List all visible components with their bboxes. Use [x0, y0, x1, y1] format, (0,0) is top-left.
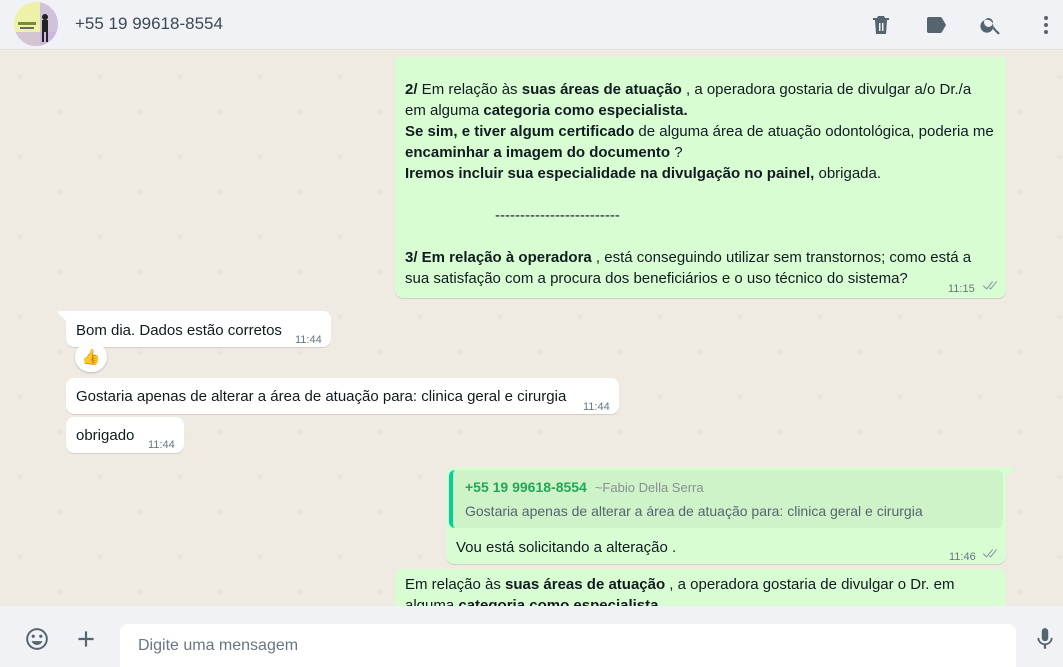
- message-text: Vou está solicitando a alteração .: [456, 539, 677, 556]
- message-text: Bom dia. Dados estão corretos: [76, 322, 282, 339]
- message-bold: Se sim, e tiver algum certificado: [405, 123, 635, 140]
- quote-number: +55 19 99618-8554: [465, 479, 587, 495]
- outgoing-message[interactable]: +55 19 99618-8554 ~Fabio Della Serra Gost…: [446, 467, 1014, 564]
- microphone-icon[interactable]: [1030, 624, 1060, 654]
- delete-icon[interactable]: [867, 11, 895, 39]
- contact-name[interactable]: +55 19 99618-8554: [75, 14, 223, 34]
- double-check-icon: [982, 281, 998, 292]
- message-span: ?: [670, 144, 683, 161]
- message-span: de alguma área de atuação odontológica, …: [634, 123, 994, 140]
- message-bold: 2/: [405, 81, 418, 98]
- message-time: 11:15: [948, 283, 975, 295]
- quote-header: +55 19 99618-8554 ~Fabio Della Serra: [465, 477, 704, 498]
- message-bold: categoria como especialista: [458, 597, 659, 606]
- plus-icon[interactable]: [71, 624, 101, 654]
- chat-header: +55 19 99618-8554: [0, 0, 1063, 50]
- bubble-tail: [58, 311, 66, 324]
- outgoing-message[interactable]: Em relação às suas áreas de atuação , a …: [395, 569, 1006, 606]
- separator-text: -------------------------: [495, 207, 620, 224]
- message-bold: categoria como especialista.: [483, 102, 688, 119]
- search-icon[interactable]: [977, 11, 1005, 39]
- message-text: Gostaria apenas de alterar a área de atu…: [76, 388, 567, 405]
- message-time: 11:44: [295, 334, 322, 346]
- message-span: obrigada.: [814, 165, 882, 182]
- message-input[interactable]: [120, 624, 1016, 667]
- message-text: obrigado: [76, 427, 135, 444]
- quoted-message[interactable]: +55 19 99618-8554 ~Fabio Della Serra Gost…: [449, 470, 1003, 528]
- message-bold: suas áreas de atuação: [505, 576, 666, 593]
- message-time: 11:44: [148, 439, 175, 451]
- message-bold: encaminhar a imagem do documento: [405, 144, 671, 161]
- incoming-message[interactable]: Bom dia. Dados estão corretos 11:44: [58, 311, 331, 347]
- composer-bar: [0, 606, 1063, 667]
- avatar[interactable]: [14, 2, 58, 46]
- message-time: 11:44: [583, 401, 610, 413]
- message-text: Em relação às suas áreas de atuação , a …: [405, 574, 995, 606]
- menu-icon[interactable]: [1032, 11, 1060, 39]
- message-text: 2/ Em relação às suas áreas de atuação ,…: [405, 79, 995, 289]
- message-list[interactable]: 2/ Em relação às suas áreas de atuação ,…: [0, 57, 1063, 606]
- message-bold: suas áreas de atuação: [521, 81, 682, 98]
- incoming-message[interactable]: obrigado 11:44: [66, 417, 184, 453]
- reaction-badge[interactable]: 👍: [75, 342, 107, 372]
- message-span: Em relação às: [417, 81, 522, 98]
- double-check-icon: [982, 549, 998, 560]
- emoji-icon[interactable]: [22, 624, 52, 654]
- message-bold: 3/ Em relação à operadora: [405, 249, 592, 266]
- incoming-message[interactable]: Gostaria apenas de alterar a área de atu…: [66, 378, 619, 414]
- label-icon[interactable]: [922, 11, 950, 39]
- bubble-tail: [1006, 467, 1014, 480]
- message-time: 11:46: [949, 551, 976, 563]
- outgoing-message[interactable]: 2/ Em relação às suas áreas de atuação ,…: [395, 57, 1006, 298]
- quote-name: ~Fabio Della Serra: [594, 480, 704, 495]
- quote-text: Gostaria apenas de alterar a área de atu…: [465, 503, 923, 519]
- message-bold: Iremos incluir sua especialidade na divu…: [405, 165, 815, 182]
- message-span: Em relação às: [405, 576, 506, 593]
